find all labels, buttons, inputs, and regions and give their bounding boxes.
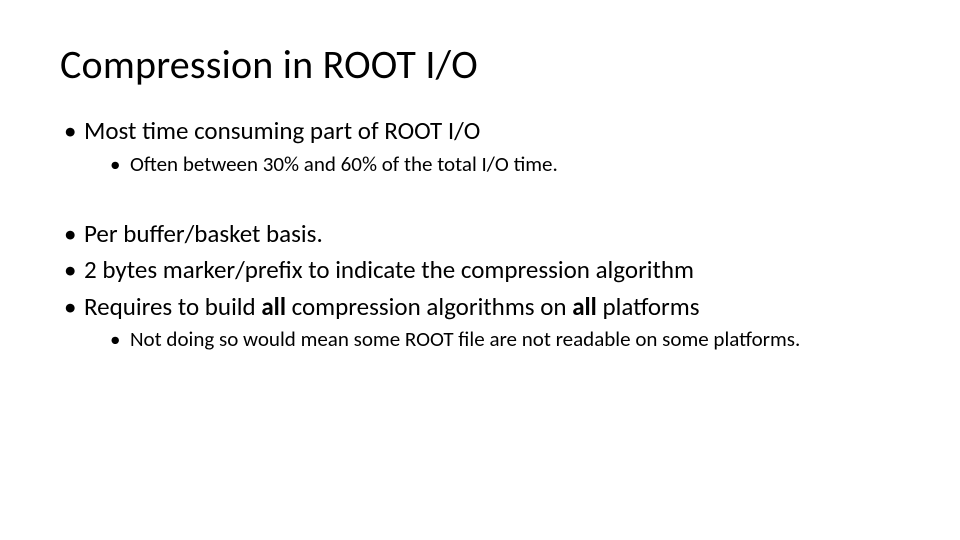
bullet-text: Often between 30% and 60% of the total I… (130, 151, 558, 177)
bullet-item: 2 bytes marker/prefix to indicate the co… (60, 254, 900, 287)
bullet-text: Per buffer/basket basis. (84, 218, 323, 249)
bullet-list: Most time consuming part of ROOT I/O Oft… (60, 115, 900, 178)
sub-bullet-item: Not doing so would mean some ROOT file a… (110, 325, 900, 353)
bullet-item: Requires to build all compression algori… (60, 291, 900, 354)
bold-text: all (261, 291, 286, 322)
sub-bullet-item: Often between 30% and 60% of the total I… (110, 150, 900, 178)
slide: Compression in ROOT I/O Most time consum… (0, 0, 960, 540)
sub-bullet-list: Often between 30% and 60% of the total I… (110, 150, 900, 178)
bullet-text: Requires to build (84, 291, 261, 322)
bullet-item: Most time consuming part of ROOT I/O Oft… (60, 115, 900, 178)
bullet-text: Not doing so would mean some ROOT file a… (130, 326, 800, 352)
sub-bullet-list: Not doing so would mean some ROOT file a… (110, 325, 900, 353)
bullet-item: Per buffer/basket basis. (60, 218, 900, 251)
slide-title: Compression in ROOT I/O (60, 40, 900, 89)
bullet-text: platforms (597, 291, 700, 322)
bold-text: all (572, 291, 597, 322)
spacer (60, 182, 900, 218)
bullet-text: 2 bytes marker/prefix to indicate the co… (84, 254, 694, 285)
bullet-list: Per buffer/basket basis. 2 bytes marker/… (60, 218, 900, 354)
bullet-text: compression algorithms on (286, 291, 572, 322)
bullet-text: Most time consuming part of ROOT I/O (84, 115, 480, 146)
